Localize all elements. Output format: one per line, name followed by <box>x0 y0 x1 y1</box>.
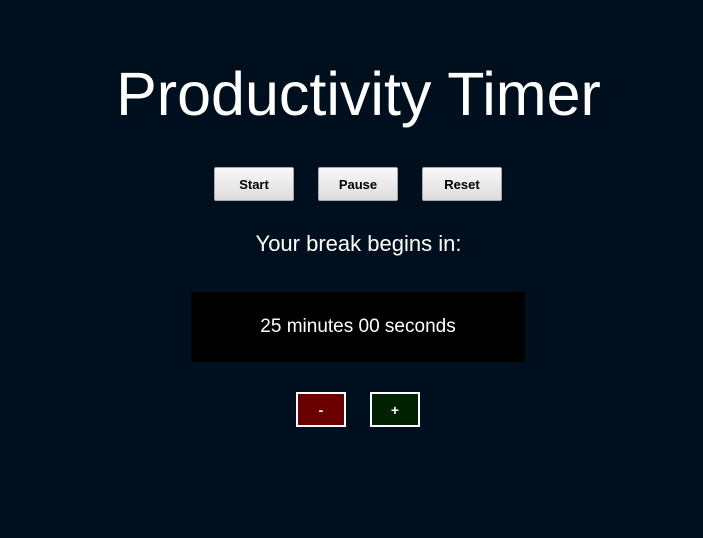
timer-display: 25 minutes 00 seconds <box>191 292 525 362</box>
decrease-time-button[interactable]: - <box>296 392 346 427</box>
start-button[interactable]: Start <box>214 167 294 201</box>
reset-button[interactable]: Reset <box>422 167 502 201</box>
page-title: Productivity Timer <box>116 60 601 128</box>
break-message: Your break begins in: <box>255 231 462 256</box>
timer-readout: 25 minutes 00 seconds <box>260 316 456 337</box>
pause-button[interactable]: Pause <box>318 167 398 201</box>
increase-time-button[interactable]: + <box>370 392 420 427</box>
